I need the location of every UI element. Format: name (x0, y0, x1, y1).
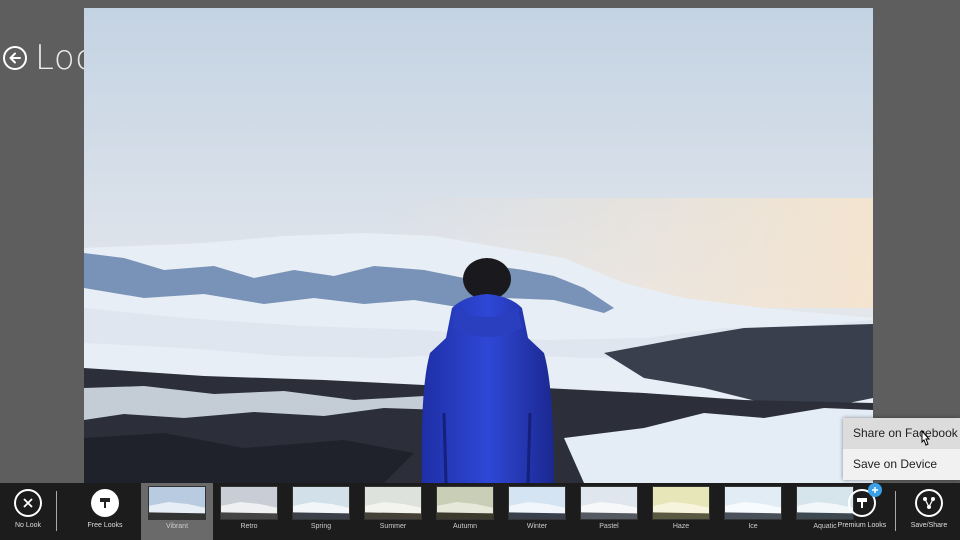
look-thumbnail (148, 486, 206, 520)
look-thumbnail (652, 486, 710, 520)
paint-roller-icon (848, 483, 882, 517)
no-look-label: No Look (14, 522, 42, 529)
premium-looks-label: Premium Looks (837, 522, 887, 529)
look-label: Ice (748, 523, 758, 530)
look-summer[interactable]: Summer (357, 483, 429, 540)
look-autumn[interactable]: Autumn (429, 483, 501, 540)
look-label: Autumn (452, 523, 478, 530)
share-icon (915, 489, 943, 517)
save-on-device-item[interactable]: Save on Device (843, 449, 960, 480)
look-haze[interactable]: Haze (645, 483, 717, 540)
back-arrow-icon[interactable] (3, 46, 27, 70)
main-photo (84, 8, 873, 483)
separator (895, 491, 896, 531)
premium-badge-icon (868, 483, 882, 497)
look-thumbnail (508, 486, 566, 520)
look-retro[interactable]: Retro (213, 483, 285, 540)
no-look-button[interactable]: No Look (0, 483, 56, 540)
look-winter[interactable]: Winter (501, 483, 573, 540)
look-thumbnail (364, 486, 422, 520)
mouse-pointer-icon (921, 430, 931, 446)
look-thumbnail (292, 486, 350, 520)
look-label: Vibrant (165, 523, 189, 530)
free-looks-button[interactable]: Free Looks (77, 483, 133, 540)
premium-looks-button[interactable]: Premium Looks (834, 483, 890, 540)
close-icon (14, 489, 42, 517)
look-thumbnail (220, 486, 278, 520)
look-label: Retro (240, 523, 258, 530)
look-label: Summer (379, 523, 407, 530)
free-looks-label: Free Looks (87, 522, 123, 529)
save-share-button[interactable]: Save/Share (901, 483, 957, 540)
look-thumbnail (724, 486, 782, 520)
look-spring[interactable]: Spring (285, 483, 357, 540)
share-on-facebook-item[interactable]: Share on Facebook (843, 418, 960, 449)
look-thumbnail (436, 486, 494, 520)
look-pastel[interactable]: Pastel (573, 483, 645, 540)
separator (56, 491, 57, 531)
look-label: Spring (310, 523, 332, 530)
looks-strip: Vibrant Retro Spring Summer Autumn Winte… (141, 483, 911, 540)
look-label: Haze (672, 523, 690, 530)
look-ice[interactable]: Ice (717, 483, 789, 540)
paint-roller-icon (91, 489, 119, 517)
look-vibrant[interactable]: Vibrant (141, 483, 213, 540)
look-thumbnail (580, 486, 638, 520)
app-bar: No Look Free Looks Vibrant Retro Spring (0, 483, 960, 540)
save-share-label: Save/Share (910, 522, 948, 529)
share-menu: Share on Facebook Save on Device (843, 418, 960, 480)
look-label: Pastel (599, 523, 619, 530)
look-label: Winter (526, 523, 548, 530)
